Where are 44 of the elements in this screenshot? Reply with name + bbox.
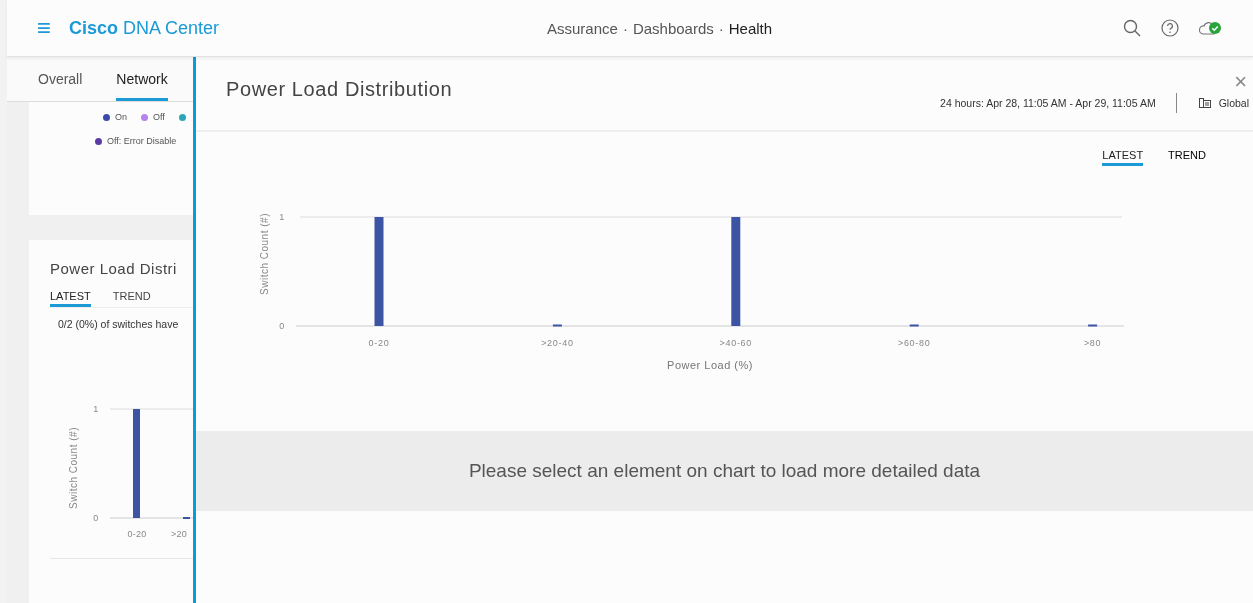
chart-tab[interactable]: LATEST [50, 290, 91, 307]
close-button[interactable]: × [1234, 71, 1253, 93]
chart-bar[interactable] [909, 324, 919, 327]
breadcrumb-separator: · [718, 19, 724, 37]
chart-tab[interactable]: TREND [1168, 149, 1206, 166]
drawer-title: Power Load Distribution [226, 77, 453, 102]
breadcrumb-item[interactable]: Health [728, 19, 773, 37]
legend-label: Off: Error Disable [107, 136, 177, 146]
breadcrumb-separator: · [622, 19, 628, 37]
axis-label: Power Load (%) [667, 359, 753, 371]
tick-label: 0 [93, 513, 99, 523]
category-label: >40-60 [719, 338, 753, 348]
chart-tab[interactable]: TREND [112, 290, 151, 307]
axis-label: Switch Count (#) [68, 427, 79, 509]
chart-tab[interactable]: LATEST [1102, 149, 1144, 166]
site-icon [1198, 98, 1211, 108]
category-label: >20 [171, 529, 187, 539]
legend-label: On [115, 112, 127, 122]
tick-label: 1 [93, 404, 99, 414]
summary-text: 0/2 (0%) of switches have [58, 318, 180, 330]
category-label: 0-20 [368, 338, 390, 348]
category-label: >20-40 [541, 338, 574, 348]
time-range[interactable]: 24 hours: Apr 28, 11:05 AM - Apr 29, 11:05 AM [940, 97, 1156, 109]
chart-bar[interactable] [1088, 324, 1098, 327]
axis-label: Switch Count (#) [259, 213, 270, 295]
cloud-status-icon[interactable] [1199, 19, 1223, 37]
legend-label: Off [153, 112, 165, 122]
category-label: >60-80 [897, 338, 931, 348]
chart-bar[interactable] [374, 217, 384, 326]
chart-bar[interactable] [731, 217, 741, 326]
page-tab[interactable]: Overall [38, 57, 83, 101]
brand-title: Cisco DNA Center [69, 17, 220, 39]
chart-bar[interactable] [552, 324, 562, 327]
category-label: >80 [1083, 338, 1102, 348]
tick-label: 1 [279, 212, 285, 222]
search-icon[interactable] [1123, 19, 1141, 37]
tick-label: 0 [279, 321, 285, 331]
banner-text: Please select an element on chart to load more detailed data [468, 460, 981, 482]
card-title: Power Load Distri [50, 259, 178, 277]
breadcrumb-item[interactable]: Assurance [547, 19, 618, 37]
site-label[interactable]: Global [1218, 97, 1249, 109]
help-icon[interactable] [1161, 19, 1179, 37]
category-label: 0-20 [127, 529, 147, 539]
breadcrumb-item[interactable]: Dashboards [632, 19, 714, 37]
